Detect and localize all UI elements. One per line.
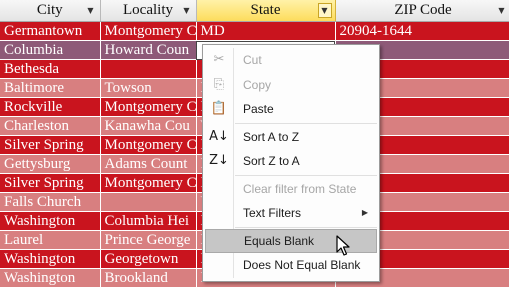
scissors-icon: ✂ [213, 52, 225, 67]
menu-item-label: Paste [243, 102, 274, 116]
state-cell[interactable]: MD [196, 21, 336, 41]
menu-separator [235, 122, 377, 124]
menu-separator [235, 174, 377, 176]
zip-cell[interactable]: 20904-1644 [335, 21, 509, 41]
sort-descending-icon: Z↓ [209, 153, 229, 168]
locality-cell[interactable] [100, 59, 197, 79]
menu-item-label: Text Filters [243, 206, 302, 220]
city-cell[interactable]: Bethesda [0, 59, 101, 79]
city-cell[interactable]: Rockville [0, 97, 101, 117]
menu-item-does-not-equal-blank[interactable]: Does Not Equal Blank [205, 253, 377, 278]
paste-icon: 📋 [210, 101, 228, 116]
locality-cell[interactable]: Brookland [100, 268, 197, 288]
locality-cell[interactable]: Montgomery C [100, 97, 197, 117]
menu-item-equals-blank[interactable]: Equals Blank [205, 228, 377, 253]
menu-item-label: Sort A to Z [243, 129, 300, 144]
city-cell[interactable]: Baltimore [0, 78, 101, 98]
locality-cell[interactable]: Kanawha Cou [100, 116, 197, 136]
locality-cell[interactable]: Georgetown [100, 249, 197, 269]
menu-separator [235, 226, 377, 228]
city-cell[interactable]: Washington [0, 249, 101, 269]
filter-dropdown-icon[interactable]: ▼ [85, 4, 97, 17]
filter-dropdown-icon[interactable]: ▼ [181, 4, 193, 17]
city-cell[interactable]: Columbia [0, 40, 101, 60]
submenu-arrow-icon: ▶ [361, 208, 368, 217]
locality-cell[interactable] [100, 192, 197, 212]
column-header-locality[interactable]: Locality ▼ [100, 0, 197, 22]
city-cell[interactable]: Laurel [0, 230, 101, 250]
menu-item-text-filters[interactable]: Text Filters ▶ [205, 201, 377, 226]
city-cell[interactable]: Silver Spring [0, 135, 101, 155]
column-header-label: City [36, 2, 63, 18]
city-cell[interactable]: Germantown [0, 21, 101, 41]
column-header-state[interactable]: State ▼ [196, 0, 336, 22]
context-menu: ✂ Cut ⎘ Copy 📋 Paste A↓ Sort A to Z Z↓ Sort Z to … [202, 44, 380, 282]
filter-dropdown-icon[interactable]: ▼ [496, 4, 508, 17]
locality-cell[interactable]: Adams Count [100, 154, 197, 174]
column-header-city[interactable]: City ▼ [0, 0, 101, 22]
city-cell[interactable]: Charleston [0, 116, 101, 136]
menu-item-label: Does Not Equal Blank [243, 258, 361, 272]
datasheet: City ▼ Locality ▼ State ▼ ZIP Code ▼ Ger… [0, 0, 509, 291]
city-cell[interactable]: Washington [0, 211, 101, 231]
locality-cell[interactable]: Prince George [100, 230, 197, 250]
filter-dropdown-icon[interactable]: ▼ [317, 3, 332, 18]
column-header-zip[interactable]: ZIP Code ▼ [335, 0, 509, 22]
menu-item-sort-a-to-z[interactable]: A↓ Sort A to Z [205, 125, 377, 150]
menu-item-label: Cut [243, 53, 262, 67]
sort-ascending-icon: A↓ [209, 128, 229, 144]
menu-item-label: Sort Z to A [243, 154, 300, 168]
menu-item-sort-z-to-a[interactable]: Z↓ Sort Z to A [205, 149, 377, 174]
locality-cell[interactable]: Montgomery C [100, 135, 197, 155]
menu-item-copy[interactable]: ⎘ Copy [205, 73, 377, 98]
menu-item-label: Copy [243, 77, 272, 92]
city-cell[interactable]: Falls Church [0, 192, 101, 212]
locality-cell[interactable]: Towson [100, 78, 197, 98]
menu-item-clear-filter-from-state[interactable]: Clear filter from State [205, 177, 377, 202]
header-row: City ▼ Locality ▼ State ▼ ZIP Code ▼ [0, 0, 509, 22]
column-header-label: ZIP Code [394, 2, 452, 18]
column-header-label: State [250, 2, 281, 18]
table-row[interactable]: Germantown Montgomery C MD 20904-1644 [0, 21, 509, 41]
city-cell[interactable]: Washington [0, 268, 101, 288]
menu-item-label: Clear filter from State [243, 181, 357, 196]
locality-cell[interactable]: Montgomery C [100, 21, 197, 41]
locality-cell[interactable]: Howard Coun [100, 40, 197, 60]
city-cell[interactable]: Silver Spring [0, 173, 101, 193]
locality-cell[interactable]: Montgomery C [100, 173, 197, 193]
city-cell[interactable]: Gettysburg [0, 154, 101, 174]
locality-cell[interactable]: Columbia Hei [100, 211, 197, 231]
column-header-label: Locality [123, 2, 173, 18]
menu-item-paste[interactable]: 📋 Paste [205, 97, 377, 122]
copy-icon: ⎘ [213, 76, 225, 92]
menu-item-label: Equals Blank [244, 233, 315, 248]
mouse-pointer-icon [336, 235, 350, 256]
menu-item-cut[interactable]: ✂ Cut [205, 48, 377, 73]
